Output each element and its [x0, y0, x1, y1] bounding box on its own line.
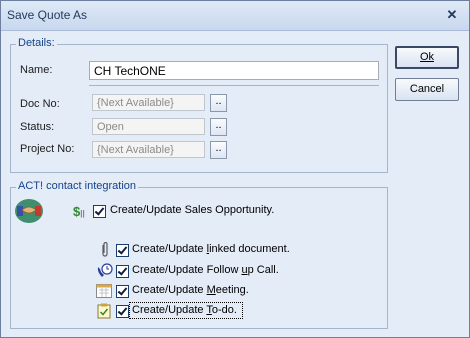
- name-field[interactable]: CH TechONE: [89, 61, 379, 80]
- docno-label: Doc No:: [20, 98, 60, 110]
- status-browse-button[interactable]: ..: [210, 118, 227, 136]
- followup-label: Create/Update Follow up Call.: [132, 264, 279, 276]
- meeting-label: Create/Update Meeting.: [132, 284, 249, 296]
- paperclip-icon: [99, 241, 111, 261]
- details-separator: [89, 85, 379, 86]
- status-label: Status:: [20, 121, 55, 133]
- details-legend: Details:: [16, 37, 57, 49]
- cancel-button[interactable]: Cancel: [395, 78, 459, 101]
- act-legend: ACT! contact integration: [16, 180, 139, 192]
- todo-label: Create/Update To-do.: [132, 304, 237, 316]
- name-label: Name:: [20, 64, 53, 76]
- cancel-button-label: Cancel: [409, 83, 445, 95]
- docno-field[interactable]: {Next Available}: [92, 94, 205, 111]
- document-checkbox[interactable]: [116, 244, 129, 257]
- followup-checkbox[interactable]: [116, 265, 129, 278]
- save-quote-dialog: Save Quote As ✕ Details: Name: CH TechON…: [0, 0, 470, 338]
- ok-button[interactable]: Ok: [395, 46, 459, 69]
- project-browse-button[interactable]: ..: [210, 141, 227, 159]
- act-integration-group: ACT! contact integration $|| Create/Upda…: [10, 180, 388, 329]
- ok-button-label: Ok: [419, 51, 435, 63]
- calendar-icon: [96, 284, 112, 301]
- money-icon: $||: [73, 204, 85, 219]
- todo-checkbox[interactable]: [116, 305, 129, 318]
- todo-icon: [97, 303, 111, 322]
- dialog-title: Save Quote As: [7, 8, 88, 22]
- title-bar[interactable]: Save Quote As ✕: [1, 1, 469, 31]
- docno-browse-button[interactable]: ..: [210, 94, 227, 112]
- details-group: Details: Name: CH TechONE Doc No: {Next …: [10, 37, 388, 173]
- opportunity-checkbox[interactable]: [93, 205, 106, 218]
- close-icon[interactable]: ✕: [443, 7, 461, 23]
- meeting-checkbox[interactable]: [116, 285, 129, 298]
- phone-clock-icon: [96, 263, 113, 282]
- opportunity-label: Create/Update Sales Opportunity.: [110, 204, 275, 216]
- status-field[interactable]: Open: [92, 118, 205, 135]
- project-label: Project No:: [20, 143, 75, 155]
- document-label: Create/Update linked document.: [132, 243, 290, 255]
- project-field[interactable]: {Next Available}: [92, 141, 205, 158]
- handshake-icon: [14, 198, 44, 227]
